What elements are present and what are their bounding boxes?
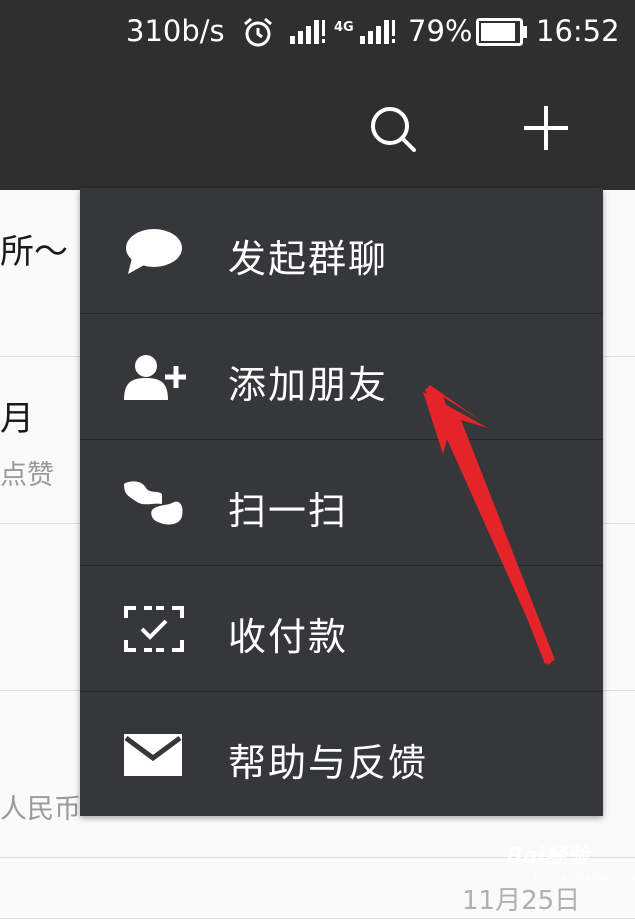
menu-item-label: 扫一扫 [228,489,349,533]
search-icon[interactable] [368,104,418,154]
watermark: Bai经验 [506,844,590,869]
chat-name: 所～ [0,232,68,272]
menu-item-group-chat[interactable]: 发起群聊 [80,188,603,314]
chat-name: 月 [0,399,34,439]
signal-icon [360,20,395,44]
plus-icon[interactable] [522,104,570,152]
add-menu: 发起群聊 添加朋友 扫一扫 收付款 帮助与反馈 [80,188,603,816]
chat-date: 11月25日 [462,886,581,916]
battery-icon [476,18,527,46]
network-type: 4G [334,20,354,35]
scan-icon [124,481,183,525]
menu-item-label: 添加朋友 [228,363,389,407]
menu-item-label: 帮助与反馈 [228,741,429,785]
status-bar: 310b/s 4G 79% 16:52 [0,0,635,62]
clock-time: 16:52 [536,14,620,48]
chat-preview: 点赞 [0,460,54,491]
signal-icon [290,20,325,44]
menu-item-add-friend[interactable]: 添加朋友 [80,314,603,440]
top-bar: 310b/s 4G 79% 16:52 [0,0,635,190]
menu-item-label: 发起群聊 [228,237,389,281]
menu-item-payment[interactable]: 收付款 [80,566,603,692]
chat-preview: 人民币 [0,794,81,825]
menu-item-help-feedback[interactable]: 帮助与反馈 [80,692,603,817]
add-friend-icon [124,355,186,400]
payment-icon [124,606,184,652]
watermark-sub: jingyan.baidu.com [534,870,635,883]
net-speed: 310b/s [126,14,225,48]
menu-item-scan[interactable]: 扫一扫 [80,440,603,566]
menu-item-label: 收付款 [228,615,349,659]
battery-percent: 79% [408,14,473,48]
alarm-icon [244,17,272,47]
mail-icon [124,734,182,776]
chat-bubble-icon [126,229,182,274]
